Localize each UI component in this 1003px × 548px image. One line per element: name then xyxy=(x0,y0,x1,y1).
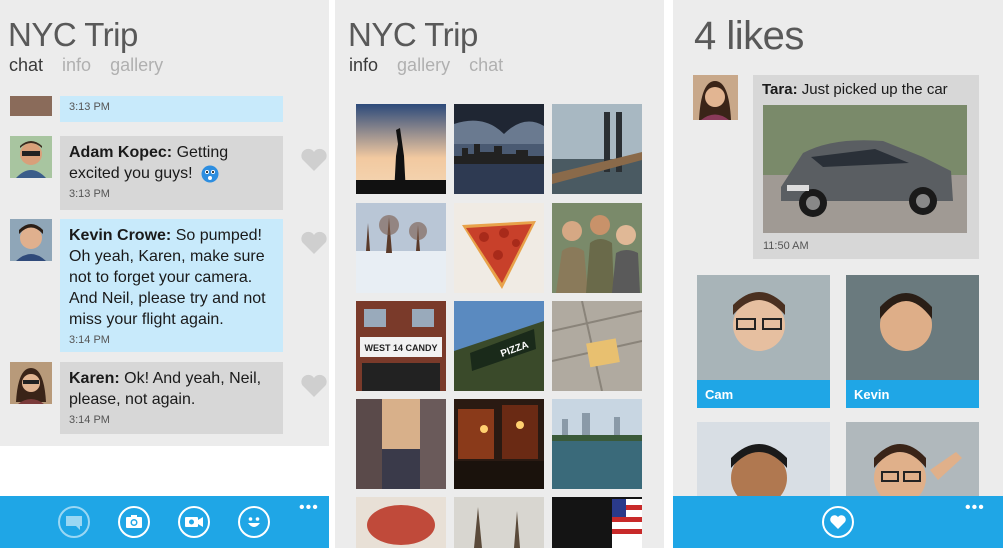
chat-screen: NYC Trip chat info gallery 3:13 PM Adam … xyxy=(0,0,329,548)
tree-photo[interactable] xyxy=(454,497,544,548)
statue-of-liberty-photo[interactable] xyxy=(356,104,446,194)
sidewalk-photo[interactable] xyxy=(552,301,642,391)
pivot-info[interactable]: info xyxy=(62,55,91,75)
chat-icon[interactable] xyxy=(58,506,90,538)
chat-blank-area xyxy=(0,446,329,496)
pizza-sign-photo[interactable]: PIZZA xyxy=(454,301,544,391)
city-skyline-photo[interactable] xyxy=(454,104,544,194)
svg-text:WEST 14 CANDY: WEST 14 CANDY xyxy=(364,343,437,353)
pizza-photo[interactable] xyxy=(454,203,544,293)
bridge-photo[interactable] xyxy=(552,104,642,194)
gallery-screen: NYC Trip info gallery chat WEST 14 CANDY… xyxy=(335,0,664,548)
post-caption: Just picked up the car xyxy=(797,81,948,98)
message-bubble: Kevin Crowe: So pumped! Oh yeah, Karen, … xyxy=(60,219,283,352)
avatar xyxy=(10,219,52,261)
avatar xyxy=(10,136,52,178)
post-author: Tara: xyxy=(762,81,798,98)
more-options-icon[interactable]: ••• xyxy=(299,500,319,516)
likes-title: 4 likes xyxy=(694,14,804,58)
message-bubble: 3:13 PM xyxy=(60,96,283,122)
post-time: 11:50 AM xyxy=(763,240,809,252)
like-heart-icon[interactable] xyxy=(822,506,854,538)
app-bar: ••• xyxy=(673,496,1003,548)
message-bubble: Adam Kopec: Getting excited you guys! 3:… xyxy=(60,136,283,210)
heart-icon[interactable] xyxy=(300,231,328,255)
pivot-headers: info gallery chat xyxy=(349,55,517,76)
lake-photo[interactable] xyxy=(552,399,642,489)
avatar xyxy=(693,75,738,120)
post-text: Tara: Just picked up the car xyxy=(762,81,948,98)
heart-icon[interactable] xyxy=(300,148,328,172)
video-icon[interactable] xyxy=(178,506,210,538)
avatar xyxy=(10,362,52,404)
liker-name: Cam xyxy=(697,380,830,408)
message-author: Karen: xyxy=(69,370,120,387)
pivot-headers: chat info gallery xyxy=(9,55,177,76)
more-options-icon[interactable]: ••• xyxy=(965,500,985,516)
city-street-photo[interactable] xyxy=(356,399,446,489)
friends-photo[interactable] xyxy=(552,203,642,293)
snowy-park-photo[interactable] xyxy=(356,203,446,293)
candy-store-photo[interactable]: WEST 14 CANDY xyxy=(356,301,446,391)
night-street-photo[interactable] xyxy=(454,399,544,489)
pivot-gallery[interactable]: gallery xyxy=(397,55,450,75)
message-author: Kevin Crowe: xyxy=(69,227,172,244)
post-bubble: Tara: Just picked up the car 11:50 AM xyxy=(753,75,979,259)
emoticon-icon xyxy=(201,165,219,183)
heart-icon[interactable] xyxy=(300,374,328,398)
pivot-gallery[interactable]: gallery xyxy=(110,55,163,75)
avatar xyxy=(10,96,52,116)
message-author: Adam Kopec: xyxy=(69,144,173,161)
message-time: 3:13 PM xyxy=(69,188,110,200)
smiley-icon[interactable] xyxy=(238,506,270,538)
pivot-chat[interactable]: chat xyxy=(9,55,43,75)
car-photo[interactable] xyxy=(763,105,967,233)
flag-photo[interactable] xyxy=(552,497,642,548)
food-photo[interactable] xyxy=(356,497,446,548)
liker-name: Kevin xyxy=(846,380,979,408)
message-time: 3:14 PM xyxy=(69,414,110,426)
likes-screen: 4 likes Tara: Just picked up the car 11:… xyxy=(673,0,1003,548)
camera-icon[interactable] xyxy=(118,506,150,538)
liker-tile-cam[interactable]: Cam xyxy=(697,275,830,408)
app-title: NYC Trip xyxy=(8,16,138,53)
pivot-info[interactable]: info xyxy=(349,55,378,75)
app-bar: ••• xyxy=(0,496,329,548)
liker-tile-kevin[interactable]: Kevin xyxy=(846,275,979,408)
message-time: 3:13 PM xyxy=(69,101,110,113)
message-bubble: Karen: Ok! And yeah, Neil, please, not a… xyxy=(60,362,283,434)
pivot-chat[interactable]: chat xyxy=(469,55,503,75)
message-time: 3:14 PM xyxy=(69,334,110,346)
app-title: NYC Trip xyxy=(348,16,478,53)
